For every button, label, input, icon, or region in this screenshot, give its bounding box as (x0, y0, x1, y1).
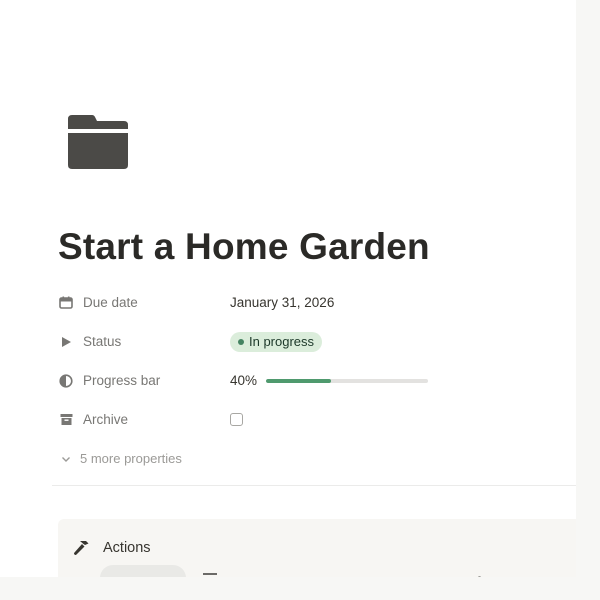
chevron-down-icon (62, 456, 70, 462)
action-chip[interactable] (100, 565, 186, 577)
due-date-value[interactable]: January 31, 2026 (230, 295, 334, 310)
more-dot (478, 576, 481, 577)
progress-percent: 40% (230, 373, 258, 388)
property-label[interactable]: Progress bar (58, 373, 230, 389)
progress-fill (266, 378, 331, 383)
archive-checkbox[interactable] (230, 413, 243, 426)
property-progress[interactable]: Progress bar 40% (58, 361, 558, 400)
play-triangle-icon (58, 334, 74, 350)
hammer-icon (74, 541, 89, 555)
actions-header[interactable]: Actions (73, 539, 151, 557)
properties-list: Due date January 31, 2026 Status In prog… (58, 283, 558, 478)
progress-track (266, 378, 429, 383)
status-value[interactable]: In progress (230, 331, 323, 352)
folder-icon[interactable] (66, 113, 130, 171)
property-label[interactable]: Archive (58, 412, 230, 428)
pie-chart-icon (58, 373, 74, 389)
progress-value[interactable]: 40% (230, 373, 429, 388)
property-label[interactable]: Status (58, 334, 230, 350)
divider (52, 485, 576, 486)
archive-box-icon (58, 412, 74, 428)
page-title[interactable]: Start a Home Garden (58, 226, 430, 268)
property-status[interactable]: Status In progress (58, 322, 558, 361)
archive-value[interactable] (230, 413, 243, 426)
property-label[interactable]: Due date (58, 295, 230, 311)
page-canvas: Start a Home Garden Due date January 31,… (0, 0, 576, 577)
property-archive[interactable]: Archive (58, 400, 558, 439)
more-properties-toggle[interactable]: 5 more properties (58, 439, 558, 478)
property-due-date[interactable]: Due date January 31, 2026 (58, 283, 558, 322)
list-icon[interactable] (203, 573, 217, 577)
status-dot (238, 338, 244, 345)
calendar-icon (58, 295, 74, 311)
actions-panel: Actions (58, 519, 576, 577)
status-badge[interactable]: In progress (230, 331, 323, 352)
